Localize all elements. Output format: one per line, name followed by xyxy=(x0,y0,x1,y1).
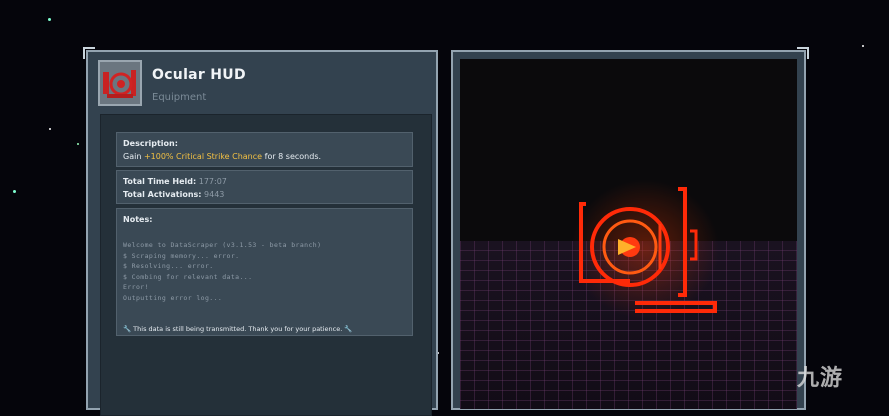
terminal-line: $ Resolving... error. xyxy=(123,262,214,270)
description-prefix: Gain xyxy=(123,152,144,161)
transmission-note: 🔧 This data is still being transmitted. … xyxy=(123,323,406,336)
notes-box: Notes: Welcome to DataScraper (v3.1.53 -… xyxy=(116,208,413,336)
watermark-logo: 九游 xyxy=(797,366,844,391)
background-star xyxy=(862,45,864,47)
item-category: Equipment xyxy=(152,92,207,103)
wrench-icon: 🔧 xyxy=(344,325,353,333)
item-details-panel: Ocular HUD Equipment Description: Gain +… xyxy=(83,47,438,416)
notes-heading: Notes: xyxy=(123,215,153,224)
time-held-label: Total Time Held: xyxy=(123,177,197,186)
item-name: Ocular HUD xyxy=(152,67,246,83)
description-highlight: +100% Critical Strike Chance xyxy=(143,152,263,161)
background-star xyxy=(13,190,16,193)
time-held-row: Total Time Held: 177:07 xyxy=(123,175,406,188)
ocular-hud-model xyxy=(579,187,717,313)
activations-label: Total Activations: xyxy=(123,190,202,199)
terminal-line: $ Scraping memory... error. xyxy=(123,251,240,260)
model-viewport[interactable] xyxy=(460,59,797,409)
background-star xyxy=(77,143,79,145)
description-box: Description: Gain +100% Critical Strike … xyxy=(116,132,413,167)
stats-box: Total Time Held: 177:07 Total Activation… xyxy=(116,170,413,204)
terminal-line: Outputting error log... xyxy=(123,293,223,302)
description-text: Gain +100% Critical Strike Chance for 8 … xyxy=(123,150,406,163)
background-star xyxy=(48,18,51,21)
background-star xyxy=(49,128,51,130)
transmission-note-text: This data is still being transmitted. Th… xyxy=(133,325,343,333)
notes-terminal-log: Welcome to DataScraper (v3.1.53 - beta b… xyxy=(123,240,406,303)
item-info-area: Description: Gain +100% Critical Strike … xyxy=(100,114,432,416)
description-heading: Description: xyxy=(123,139,178,148)
activations-value: 9443 xyxy=(204,190,225,199)
terminal-line: $ Combing for relevant data... xyxy=(123,272,253,281)
wrench-icon: 🔧 xyxy=(123,325,132,333)
time-held-value: 177:07 xyxy=(198,177,227,186)
ocular-hud-icon xyxy=(98,60,142,106)
description-suffix: for 8 seconds. xyxy=(262,152,322,161)
terminal-line: Error! xyxy=(123,283,149,291)
terminal-line: Welcome to DataScraper (v3.1.53 - beta b… xyxy=(123,241,322,249)
model-preview-panel xyxy=(451,47,809,410)
activations-row: Total Activations: 9443 xyxy=(123,188,406,201)
